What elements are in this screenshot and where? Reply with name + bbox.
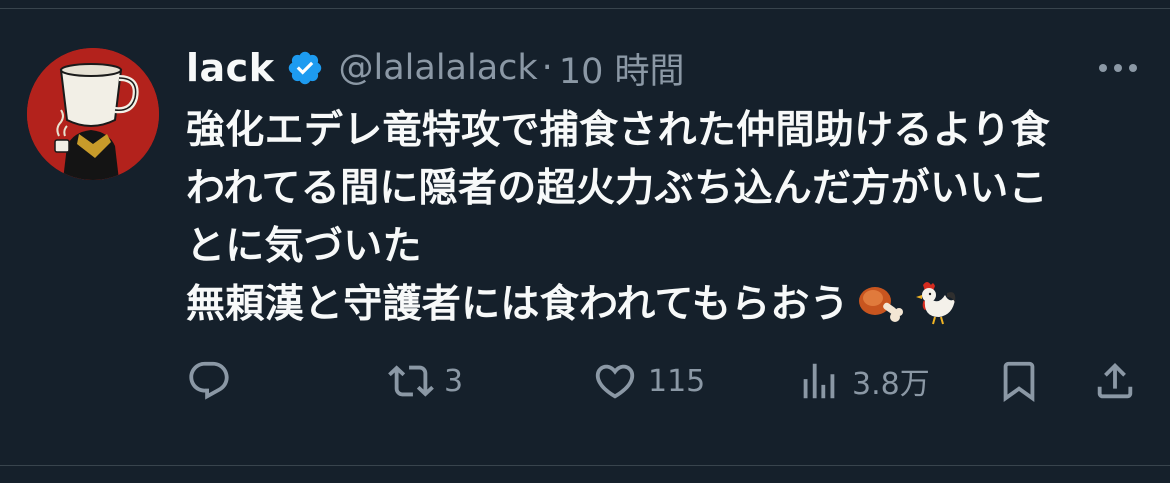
- bookmark-icon: [996, 358, 1042, 404]
- action-bar: 3 115 3.8万: [186, 356, 1146, 406]
- tweet[interactable]: lack @lalalalack · 10 時間 強化エデレ竜特攻で捕食された仲…: [0, 0, 1170, 483]
- tweet-text: 強化エデレ竜特攻で捕食された仲間助けるより食 われてる間に隠者の超火力ぶち込んだ…: [186, 102, 1146, 342]
- reply-icon: [186, 358, 232, 404]
- retweet-count: 3: [444, 363, 464, 399]
- heart-icon: [592, 358, 638, 404]
- like-count: 115: [648, 363, 706, 399]
- avatar[interactable]: [27, 48, 159, 180]
- user-handle[interactable]: @lalalalack: [338, 48, 537, 88]
- tweet-text-line-with-emoji: 無頼漢と守護者には食われてもらおう: [186, 276, 1146, 342]
- meat-on-bone-emoji: [855, 281, 904, 342]
- verified-badge-icon: [286, 49, 324, 87]
- tweet-header: lack @lalalalack · 10 時間: [186, 40, 684, 96]
- tweet-text-line: われてる間に隠者の超火力ぶち込んだ方がいいこ: [186, 166, 1048, 211]
- views-button[interactable]: 3.8万: [796, 356, 930, 406]
- views-count: 3.8万: [852, 367, 930, 402]
- separator-dot: ·: [541, 48, 553, 88]
- tweet-text-line: 強化エデレ竜特攻で捕食された仲間助けるより食: [186, 108, 1050, 153]
- share-button[interactable]: [1092, 356, 1138, 406]
- reply-button[interactable]: [186, 356, 232, 406]
- like-button[interactable]: 115: [592, 356, 705, 406]
- bookmark-button[interactable]: [996, 356, 1042, 406]
- tweet-text-line: とに気づいた: [186, 224, 422, 269]
- retweet-icon: [388, 358, 434, 404]
- views-chart-icon: [796, 358, 842, 404]
- share-icon: [1092, 358, 1138, 404]
- bottom-divider: [0, 465, 1170, 466]
- tweet-text-line: 無頼漢と守護者には食われてもらおう: [186, 282, 850, 327]
- more-options-icon[interactable]: [1094, 56, 1142, 80]
- display-name[interactable]: lack: [186, 46, 274, 90]
- rooster-emoji: [909, 279, 959, 342]
- timestamp[interactable]: 10 時間: [559, 43, 685, 94]
- retweet-button[interactable]: 3: [388, 356, 463, 406]
